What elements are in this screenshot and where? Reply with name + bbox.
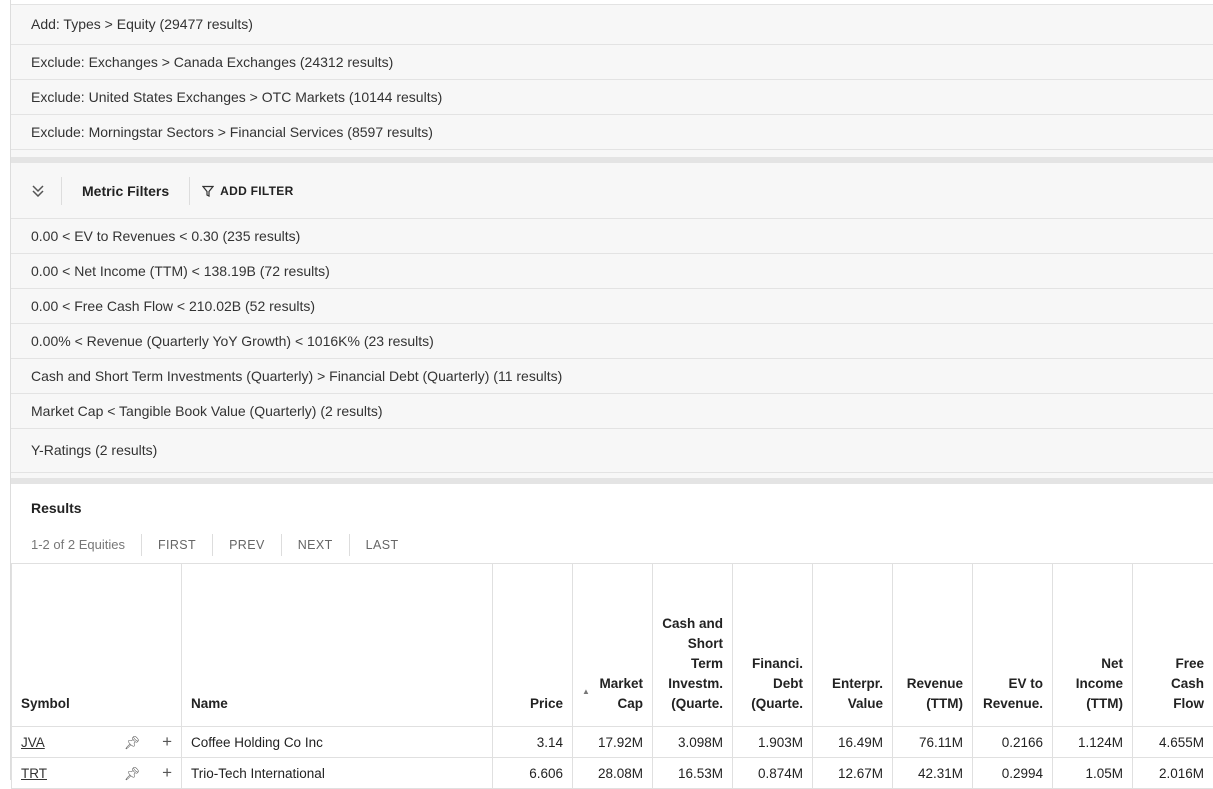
type-filters-section: Add: Types > Equity (29477 results) Excl… xyxy=(11,4,1213,157)
column-header-price[interactable]: Price xyxy=(493,564,573,727)
column-header-market-cap[interactable]: ▲ MarketCap xyxy=(573,564,653,727)
metric-filters-section: Metric Filters ADD FILTER 0.00 < EV to R… xyxy=(11,163,1213,478)
filter-row[interactable]: Exclude: Exchanges > Canada Exchanges (2… xyxy=(11,45,1213,80)
metric-filter-row[interactable]: Cash and Short Term Investments (Quarter… xyxy=(11,359,1213,394)
price-cell: 6.606 xyxy=(493,758,573,789)
debt-cell: 1.903M xyxy=(733,727,813,758)
column-header-net-income[interactable]: NetIncome(TTM) xyxy=(1053,564,1133,727)
name-cell: Trio-Tech International xyxy=(182,758,493,789)
pagination: 1-2 of 2 Equities FIRST PREV NEXT LAST xyxy=(11,534,1213,556)
column-header-revenue[interactable]: Revenue(TTM) xyxy=(893,564,973,727)
first-page-button[interactable]: FIRST xyxy=(142,534,213,556)
results-section: Results 1-2 of 2 Equities FIRST PREV NEX… xyxy=(11,484,1213,556)
cash-cell: 3.098M xyxy=(653,727,733,758)
table-row: JVA 📌︎ + Coffee Holding Co Inc 3.14 17.9… xyxy=(12,727,1213,758)
market-cap-cell: 17.92M xyxy=(573,727,653,758)
free-cash-flow-cell: 4.655M xyxy=(1133,727,1213,758)
screener-panel: Add: Types > Equity (29477 results) Excl… xyxy=(10,0,1213,780)
column-header-ev-to-revenue[interactable]: EV toRevenue. xyxy=(973,564,1053,727)
table-row: TRT 📌︎ + Trio-Tech International 6.606 2… xyxy=(12,758,1213,789)
filter-row[interactable]: Exclude: Morningstar Sectors > Financial… xyxy=(11,115,1213,150)
market-cap-cell: 28.08M xyxy=(573,758,653,789)
symbol-cell: TRT 📌︎ + xyxy=(12,758,182,789)
plus-icon[interactable]: + xyxy=(162,732,172,751)
results-table: Symbol Name Price ▲ MarketCap Cash andSh… xyxy=(11,563,1213,789)
metric-filter-row[interactable]: 0.00% < Revenue (Quarterly YoY Growth) <… xyxy=(11,324,1213,359)
column-header-cash[interactable]: Cash andShortTermInvestm.(Quarte. xyxy=(653,564,733,727)
metric-filter-row[interactable]: Market Cap < Tangible Book Value (Quarte… xyxy=(11,394,1213,429)
add-filter-button[interactable]: ADD FILTER xyxy=(190,184,293,198)
column-header-free-cash-flow[interactable]: FreeCashFlow xyxy=(1133,564,1213,727)
results-title: Results xyxy=(11,484,1213,520)
name-cell: Coffee Holding Co Inc xyxy=(182,727,493,758)
sort-ascending-icon: ▲ xyxy=(582,682,590,702)
metric-filter-row[interactable]: 0.00 < Net Income (TTM) < 138.19B (72 re… xyxy=(11,254,1213,289)
metric-filter-row[interactable]: Y-Ratings (2 results) xyxy=(11,429,1213,473)
next-page-button[interactable]: NEXT xyxy=(282,534,350,556)
price-cell: 3.14 xyxy=(493,727,573,758)
column-header-financial-debt[interactable]: Financi.Debt(Quarte. xyxy=(733,564,813,727)
symbol-link[interactable]: TRT xyxy=(21,766,47,781)
collapse-toggle[interactable] xyxy=(15,177,62,205)
chevron-double-down-icon xyxy=(32,185,44,197)
metric-filter-row[interactable]: 0.00 < Free Cash Flow < 210.02B (52 resu… xyxy=(11,289,1213,324)
filter-icon xyxy=(202,185,214,197)
free-cash-flow-cell: 2.016M xyxy=(1133,758,1213,789)
revenue-cell: 76.11M xyxy=(893,727,973,758)
net-income-cell: 1.05M xyxy=(1053,758,1133,789)
debt-cell: 0.874M xyxy=(733,758,813,789)
metric-filter-row[interactable]: 0.00 < EV to Revenues < 0.30 (235 result… xyxy=(11,219,1213,254)
ev-cell: 12.67M xyxy=(813,758,893,789)
symbol-link[interactable]: JVA xyxy=(21,735,45,750)
pin-icon[interactable]: 📌︎ xyxy=(124,766,141,781)
column-header-name[interactable]: Name xyxy=(182,564,493,727)
ev-to-revenue-cell: 0.2166 xyxy=(973,727,1053,758)
symbol-cell: JVA 📌︎ + xyxy=(12,727,182,758)
ev-cell: 16.49M xyxy=(813,727,893,758)
metric-filters-header: Metric Filters ADD FILTER xyxy=(11,163,1213,219)
filter-row[interactable]: Exclude: United States Exchanges > OTC M… xyxy=(11,80,1213,115)
prev-page-button[interactable]: PREV xyxy=(213,534,282,556)
revenue-cell: 42.31M xyxy=(893,758,973,789)
metric-filters-title: Metric Filters xyxy=(62,177,190,205)
ev-to-revenue-cell: 0.2994 xyxy=(973,758,1053,789)
last-page-button[interactable]: LAST xyxy=(350,534,415,556)
add-filter-label: ADD FILTER xyxy=(220,184,293,198)
column-header-symbol[interactable]: Symbol xyxy=(12,564,182,727)
pin-icon[interactable]: 📌︎ xyxy=(124,735,141,750)
net-income-cell: 1.124M xyxy=(1053,727,1133,758)
cash-cell: 16.53M xyxy=(653,758,733,789)
filter-row[interactable]: Add: Types > Equity (29477 results) xyxy=(11,4,1213,45)
results-count: 1-2 of 2 Equities xyxy=(31,534,142,556)
table-header-row: Symbol Name Price ▲ MarketCap Cash andSh… xyxy=(12,564,1213,727)
column-header-enterprise-value[interactable]: Enterpr.Value xyxy=(813,564,893,727)
plus-icon[interactable]: + xyxy=(162,763,172,782)
